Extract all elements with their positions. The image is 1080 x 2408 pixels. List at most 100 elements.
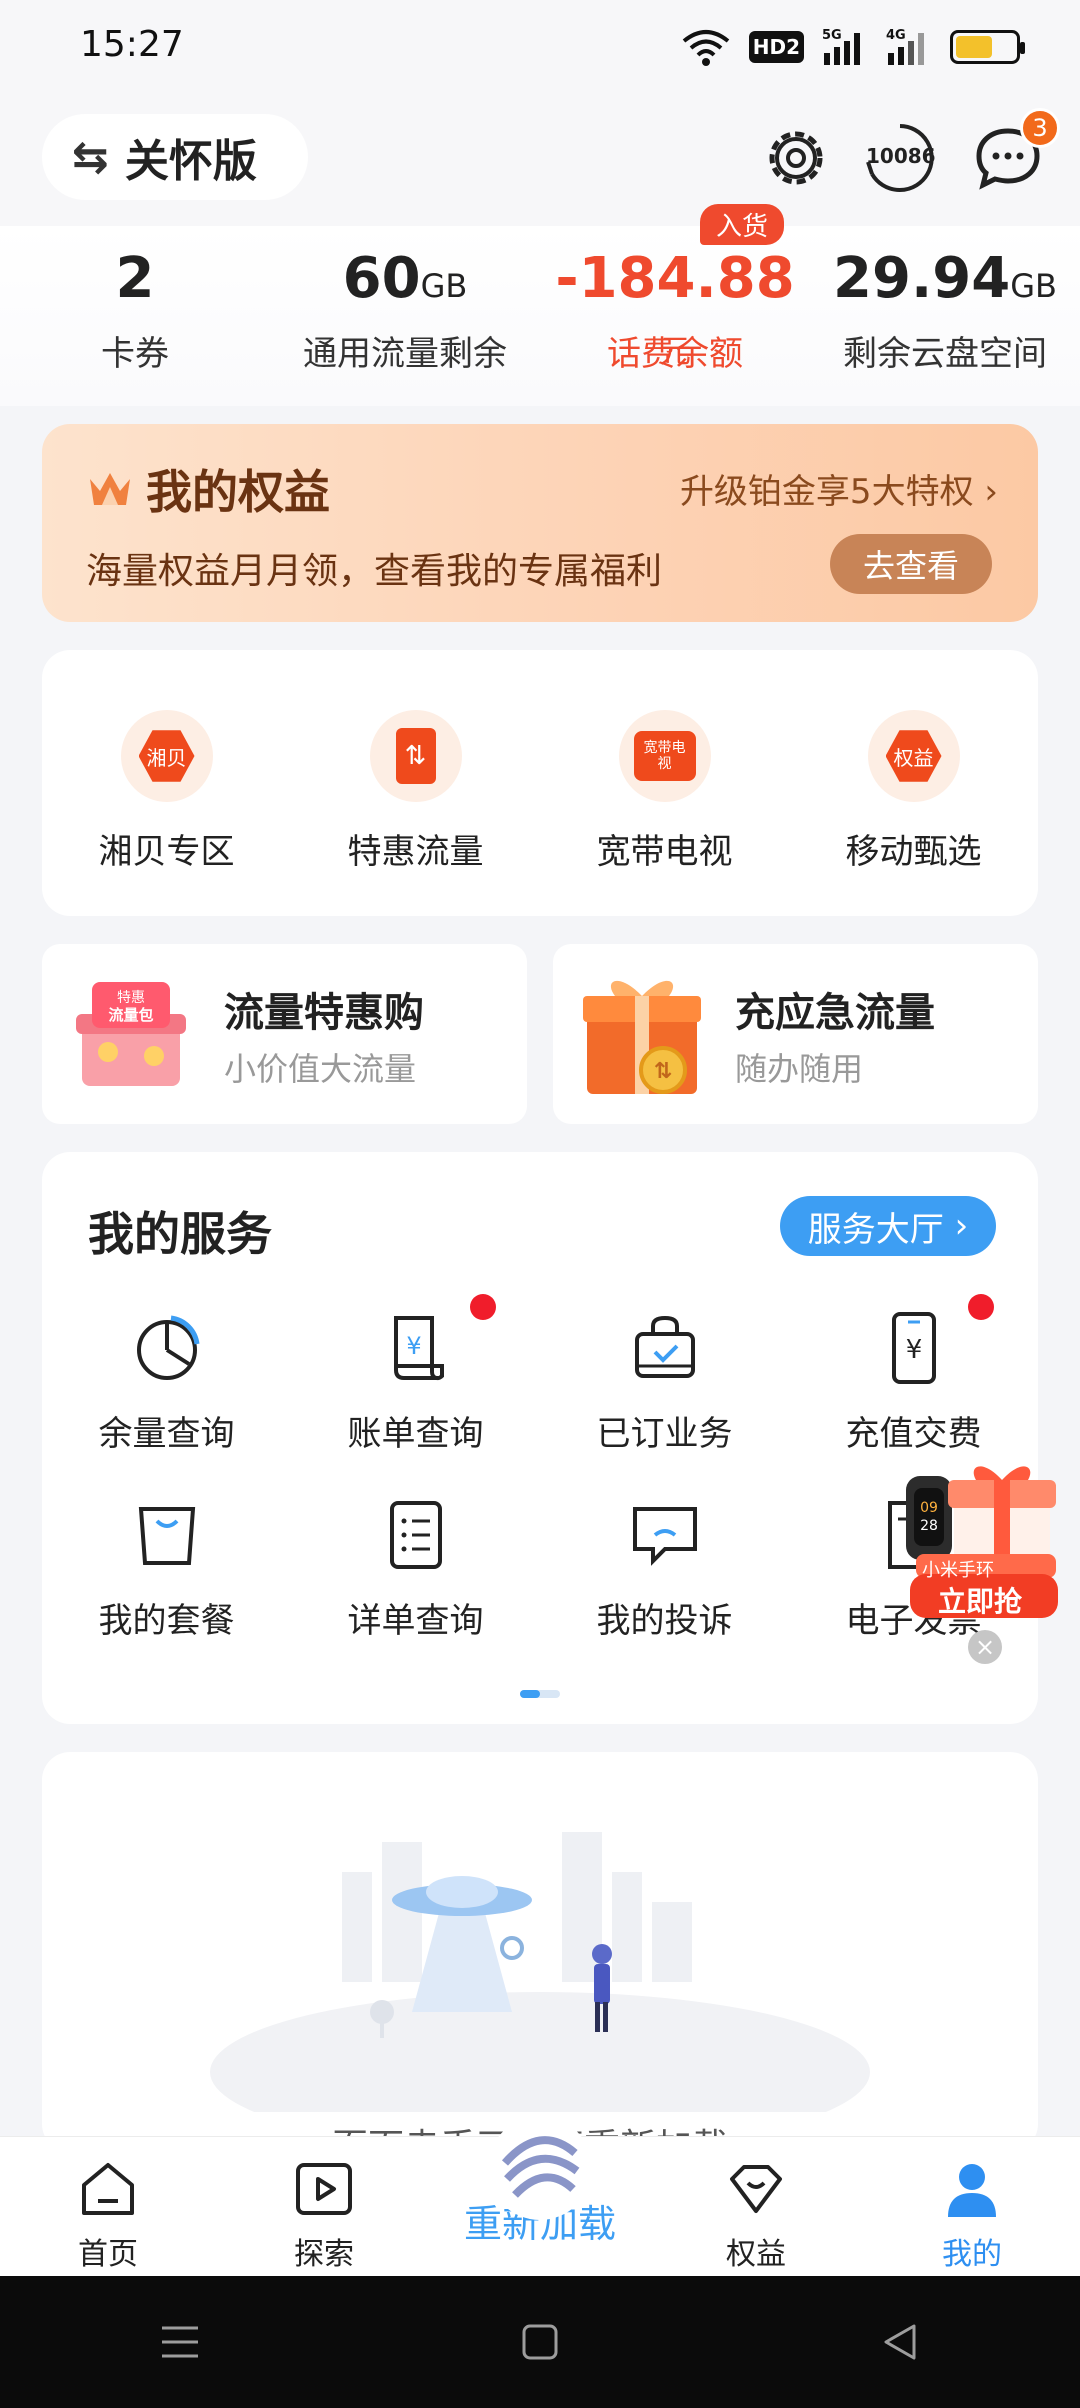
promo-row: 特惠 流量包 流量特惠购 小价值大流量 ⇅ 充应急流量 随办随用 [42, 944, 1038, 1124]
gift-box-icon: ⇅ [583, 980, 701, 1094]
stat-label: 剩余云盘空间 [843, 334, 1047, 374]
service-label: 我的投诉 [596, 1601, 733, 1641]
upgrade-text: 升级铂金享5大特权 [679, 472, 974, 512]
service-complaint[interactable]: 我的投诉 [540, 1495, 789, 1642]
service-label: 余量查询 [98, 1414, 235, 1454]
shopping-bag-icon [138, 1507, 195, 1565]
quick-item-broadband-tv[interactable]: 宽带电视 宽带电视 [540, 650, 789, 916]
view-rights-button[interactable]: 去查看 [830, 534, 992, 594]
service-subscribed[interactable]: 已订业务 [540, 1308, 789, 1455]
quick-item-xiangbei[interactable]: 湘贝 湘贝专区 [42, 650, 291, 916]
floating-ad[interactable]: 09 28 小米手环 立即抢 [902, 1456, 1062, 1636]
svg-text:5G: 5G [822, 28, 842, 43]
promo-data-deal[interactable]: 特惠 流量包 流量特惠购 小价值大流量 [42, 944, 527, 1124]
stat-value: 29.94 [833, 246, 1011, 311]
list-icon [389, 1501, 442, 1569]
status-icons: HD2 5G 4G [681, 22, 1025, 72]
stat-cloud-space[interactable]: 29.94GB 剩余云盘空间 [810, 226, 1080, 406]
rights-title-text: 我的权益 [146, 465, 330, 519]
stat-value: -184.88 [555, 246, 795, 311]
service-my-plan[interactable]: 我的套餐 [42, 1495, 291, 1642]
stat-data-remaining[interactable]: 60GB 通用流量剩余 [270, 226, 540, 406]
stat-label: 通用流量剩余 [303, 334, 507, 374]
tab-label: 探索 [294, 2237, 354, 2272]
message-button[interactable]: 3 [968, 108, 1060, 198]
pager-active [520, 1690, 540, 1698]
complaint-icon [632, 1507, 697, 1566]
hd-icon: HD2 [748, 31, 804, 63]
bottom-tab-bar: 首页 探索 重新加载 权益 我的 [0, 2116, 1080, 2276]
service-bill-query[interactable]: ¥ 账单查询 [291, 1294, 540, 1455]
my-rights-card[interactable]: 我的权益 升级铂金享5大特权 › 海量权益月月领，查看我的专属福利 去查看 [42, 424, 1038, 622]
quick-item-mobile-select[interactable]: 权益 移动甄选 [789, 650, 1038, 916]
user-icon [948, 2164, 996, 2217]
icon-text: 湘贝 [138, 730, 195, 782]
tab-label: 权益 [726, 2237, 786, 2272]
upgrade-link[interactable]: 升级铂金享5大特权 › [680, 464, 998, 513]
promo-title: 流量特惠购 [224, 990, 424, 1036]
service-label: 账单查询 [347, 1414, 484, 1454]
phone-yuan-icon: ¥ [891, 1312, 936, 1384]
diamond-icon [730, 2165, 782, 2213]
system-nav-bar [0, 2276, 1080, 2408]
service-detail-query[interactable]: 详单查询 [291, 1495, 540, 1642]
data-discount-icon: ⇅ [369, 710, 462, 802]
svg-text:特惠: 特惠 [117, 990, 145, 1006]
service-label: 详单查询 [347, 1601, 484, 1641]
wifi-icon [681, 22, 731, 72]
quick-item-data-discount[interactable]: ⇅ 特惠流量 [291, 650, 540, 916]
account-stats: 2 卡券 60GB 通用流量剩余 入货 -184.88元 话费余额 29.94G… [0, 204, 1080, 406]
stat-unit: GB [1010, 267, 1057, 305]
my-services-card: 我的服务 服务大厅 › 余量查询 ¥ 账单查询 已订业务 ¥ 充值交费 我的套餐… [42, 1152, 1038, 1724]
svg-text:4G: 4G [886, 28, 906, 43]
crown-icon [90, 473, 130, 505]
stat-balance[interactable]: 入货 -184.88元 话费余额 [540, 204, 810, 406]
tab-home[interactable]: 首页 [0, 2137, 216, 2276]
services-title: 我的服务 [88, 1207, 272, 1261]
quick-entries: 湘贝 湘贝专区 ⇅ 特惠流量 宽带电视 宽带电视 权益 移动甄选 [42, 650, 1038, 916]
care-mode-label: 关怀版 [124, 136, 257, 187]
back-icon[interactable] [878, 2320, 922, 2364]
quick-item-label: 宽带电视 [596, 832, 733, 872]
tab-reload[interactable]: 重新加载 [432, 2116, 648, 2276]
battery-icon [950, 30, 1025, 64]
care-mode-button[interactable]: ⇆ 关怀版 [42, 114, 308, 200]
stat-label: 话费余额 [607, 334, 743, 374]
tab-rights[interactable]: 权益 [648, 2137, 864, 2276]
promo-title: 充应急流量 [735, 990, 935, 1036]
swap-icon: ⇆ [72, 131, 109, 183]
promo-emergency-data[interactable]: ⇅ 充应急流量 随办随用 [553, 944, 1038, 1124]
stat-label: 卡券 [101, 334, 169, 374]
home-square-icon[interactable] [518, 2320, 562, 2364]
tab-mine[interactable]: 我的 [864, 2137, 1080, 2276]
stat-value: 60 [342, 246, 421, 311]
service-balance-query[interactable]: 余量查询 [42, 1308, 291, 1455]
service-label: 已订业务 [596, 1414, 733, 1454]
broadband-tv-icon: 宽带电视 [618, 710, 711, 802]
svg-text:09: 09 [920, 1500, 938, 1516]
signal-5g-icon: 5G [822, 22, 868, 72]
home-icon [82, 2163, 134, 2215]
chevron-right-icon: › [984, 472, 998, 512]
service-hall-label: 服务大厅 [807, 1209, 944, 1250]
svg-text:28: 28 [920, 1518, 938, 1534]
menu-icon[interactable] [158, 2320, 202, 2364]
stat-value: 2 [115, 246, 155, 311]
service-hall-button[interactable]: 服务大厅 › [780, 1196, 996, 1256]
hotline-number: 10086 [866, 144, 936, 168]
service-hotline-button[interactable]: 10086 [860, 118, 940, 198]
benefit-icon: 权益 [867, 710, 960, 802]
status-time: 15:27 [80, 24, 184, 65]
message-count-badge: 3 [1020, 108, 1060, 148]
svg-text:¥: ¥ [905, 1335, 922, 1365]
balance-tag: 入货 [700, 204, 785, 245]
bill-icon: ¥ [393, 1316, 444, 1381]
pie-chart-icon [136, 1315, 199, 1380]
close-ad-button[interactable]: × [968, 1630, 1002, 1664]
notification-dot [470, 1294, 496, 1320]
stat-coupons[interactable]: 2 卡券 [0, 226, 270, 406]
settings-icon[interactable] [756, 118, 836, 198]
tab-explore[interactable]: 探索 [216, 2137, 432, 2276]
service-recharge[interactable]: ¥ 充值交费 [789, 1294, 1038, 1455]
signal-4g-icon: 4G [886, 22, 932, 72]
